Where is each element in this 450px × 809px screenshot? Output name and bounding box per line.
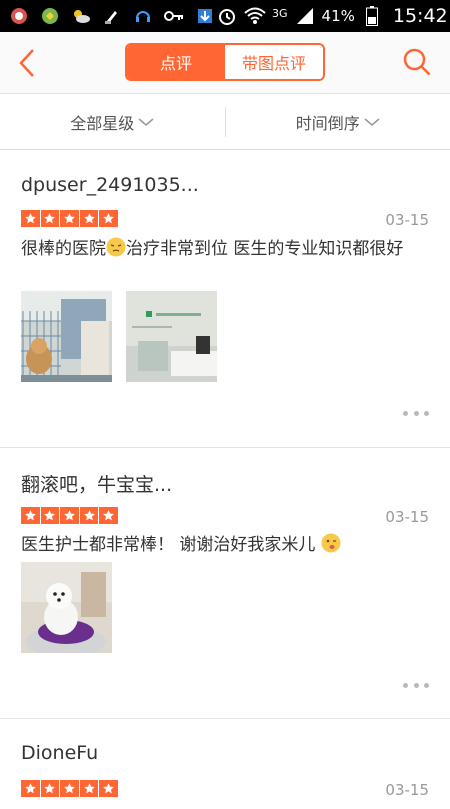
signal-icon [294, 5, 316, 27]
rating-filter-label: 全部星级 [70, 110, 134, 134]
star-rating [21, 780, 118, 797]
star-icon [60, 507, 79, 524]
chevron-down-icon [138, 117, 154, 127]
star-icon [41, 210, 60, 227]
star-icon [60, 780, 79, 797]
rating-filter-dropdown[interactable]: 全部星级 [0, 110, 225, 134]
network-type: 3G [272, 7, 288, 20]
status-bar: 3G 41% 15:42 [0, 0, 450, 32]
winking-tongue-face-icon [321, 533, 341, 553]
star-icon [21, 780, 40, 797]
review-text-part: 很棒的医院 [21, 239, 106, 259]
notification-icon-1 [8, 5, 30, 27]
review-date: 03-15 [385, 781, 429, 799]
review-text: 医生护士都非常棒！ 谢谢治好我家米儿 [21, 533, 433, 558]
review-list: dpuser_2491035... 03-15 很棒的医院治疗非常到位 医生的专… [0, 150, 450, 809]
more-options-button[interactable] [403, 680, 429, 690]
review-text-part: 治疗非常到位 医生的专业知识都很好 [126, 239, 403, 259]
chevron-left-icon [18, 48, 36, 78]
star-icon [60, 210, 79, 227]
search-button[interactable] [400, 45, 434, 79]
sort-order-dropdown[interactable]: 时间倒序 [226, 110, 450, 134]
review-card[interactable]: 翻滚吧，牛宝宝... 03-15 医生护士都非常棒！ 谢谢治好我家米儿 [0, 448, 450, 719]
star-icon [41, 507, 60, 524]
sort-order-label: 时间倒序 [296, 110, 360, 134]
back-button[interactable] [12, 46, 42, 80]
review-card[interactable]: DioneFu 03-15 [0, 719, 450, 809]
alarm-icon [216, 5, 238, 27]
header-bar: 点评 带图点评 [0, 32, 450, 94]
review-username[interactable]: DioneFu [21, 742, 98, 764]
battery-icon [361, 5, 383, 27]
review-text: 很棒的医院治疗非常到位 医生的专业知识都很好 [21, 237, 433, 262]
review-photo[interactable] [126, 291, 217, 382]
star-rating [21, 507, 118, 524]
download-icon [194, 5, 216, 27]
tab-photo-reviews[interactable]: 带图点评 [225, 45, 323, 79]
clock: 15:42 [393, 5, 448, 27]
star-icon [80, 780, 99, 797]
review-date: 03-15 [385, 508, 429, 526]
tab-reviews[interactable]: 点评 [127, 45, 225, 79]
search-icon [402, 47, 432, 77]
star-icon [99, 210, 118, 227]
pensive-face-icon [106, 237, 126, 257]
review-text-part: 医生护士都非常棒！ 谢谢治好我家米儿 [21, 535, 315, 555]
review-username[interactable]: 翻滚吧，牛宝宝... [21, 470, 172, 497]
filter-bar: 全部星级 时间倒序 [0, 95, 450, 150]
review-username[interactable]: dpuser_2491035... [21, 174, 199, 196]
star-icon [41, 780, 60, 797]
cleaner-icon [101, 5, 123, 27]
review-photo[interactable] [21, 562, 112, 653]
key-icon [163, 5, 185, 27]
star-icon [99, 780, 118, 797]
review-card[interactable]: dpuser_2491035... 03-15 很棒的医院治疗非常到位 医生的专… [0, 150, 450, 448]
headset-icon [132, 5, 154, 27]
star-icon [80, 507, 99, 524]
battery-level: 41% [322, 7, 355, 25]
more-options-button[interactable] [403, 408, 429, 418]
star-rating [21, 210, 118, 227]
star-icon [80, 210, 99, 227]
review-type-switch: 点评 带图点评 [125, 43, 325, 81]
star-icon [99, 507, 118, 524]
review-photo[interactable] [21, 291, 112, 382]
chevron-down-icon [364, 117, 380, 127]
weather-icon [70, 5, 92, 27]
wifi-icon [244, 5, 266, 27]
star-icon [21, 210, 40, 227]
star-icon [21, 507, 40, 524]
review-date: 03-15 [385, 211, 429, 229]
notification-icon-2 [39, 5, 61, 27]
